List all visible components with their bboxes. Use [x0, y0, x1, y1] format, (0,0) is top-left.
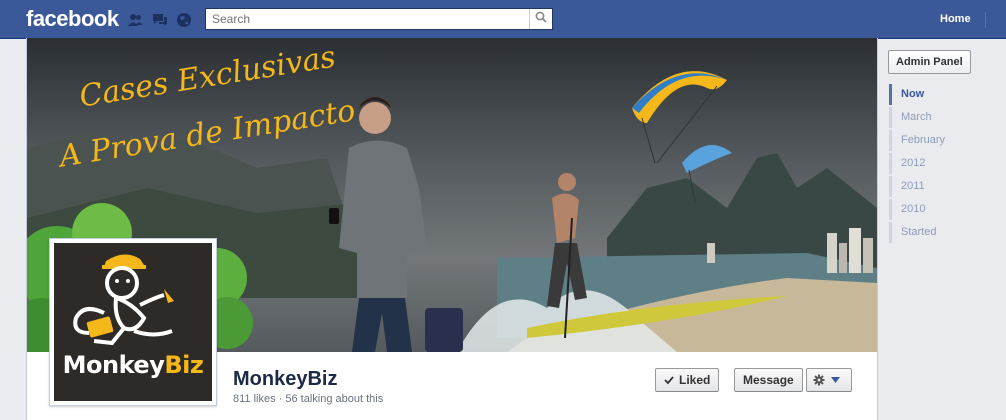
friend-requests-icon[interactable]	[127, 12, 143, 28]
search-icon	[535, 10, 547, 28]
nav-divider	[985, 12, 986, 28]
settings-dropdown-button[interactable]	[806, 368, 852, 392]
timeline-label: Now	[901, 88, 925, 100]
timeline-item-february[interactable]: February	[889, 130, 969, 151]
timeline-item-2011[interactable]: 2011	[889, 176, 969, 197]
timeline-item-2010[interactable]: 2010	[889, 199, 969, 220]
logo-text-biz: Biz	[164, 351, 204, 379]
admin-panel-label: Admin Panel	[896, 56, 963, 68]
messages-icon[interactable]	[152, 12, 168, 28]
home-link[interactable]: Home	[940, 13, 971, 25]
timeline-item-now[interactable]: Now	[889, 84, 969, 105]
timeline-label: February	[901, 134, 946, 146]
timeline-content: Cases Exclusivas A Prova de Impacto Monk…	[26, 38, 878, 420]
timeline-label: March	[901, 111, 932, 123]
liked-button[interactable]: Liked	[655, 368, 720, 392]
timeline-label: 2012	[901, 157, 926, 169]
notifications-globe-icon[interactable]	[176, 12, 192, 28]
search-input[interactable]	[206, 9, 538, 29]
message-label: Message	[743, 373, 794, 387]
timeline-label: Started	[901, 226, 937, 238]
liked-label: Liked	[679, 373, 711, 387]
timeline-label: 2011	[901, 180, 925, 192]
timeline-item-march[interactable]: March	[889, 107, 969, 128]
profile-picture[interactable]: MonkeyBiz	[49, 238, 217, 406]
logo-text-monkey: Monkey	[62, 351, 165, 379]
facebook-logo[interactable]: facebook	[26, 6, 119, 32]
page-stats[interactable]: 811 likes · 56 talking about this	[233, 393, 383, 405]
timeline-item-started[interactable]: Started	[889, 222, 969, 243]
gear-icon	[813, 374, 825, 386]
top-navigation-bar: facebook Home	[0, 0, 1006, 39]
page-title[interactable]: MonkeyBiz	[233, 368, 337, 391]
timeline-label: 2010	[901, 203, 926, 215]
search-box	[205, 8, 553, 30]
chevron-down-icon	[831, 377, 840, 383]
monkeybiz-logo: MonkeyBiz	[54, 243, 212, 401]
check-icon	[664, 375, 674, 385]
message-button[interactable]: Message	[734, 368, 803, 392]
admin-panel-button[interactable]: Admin Panel	[888, 50, 971, 74]
timeline-item-2012[interactable]: 2012	[889, 153, 969, 174]
search-button[interactable]	[529, 9, 552, 29]
